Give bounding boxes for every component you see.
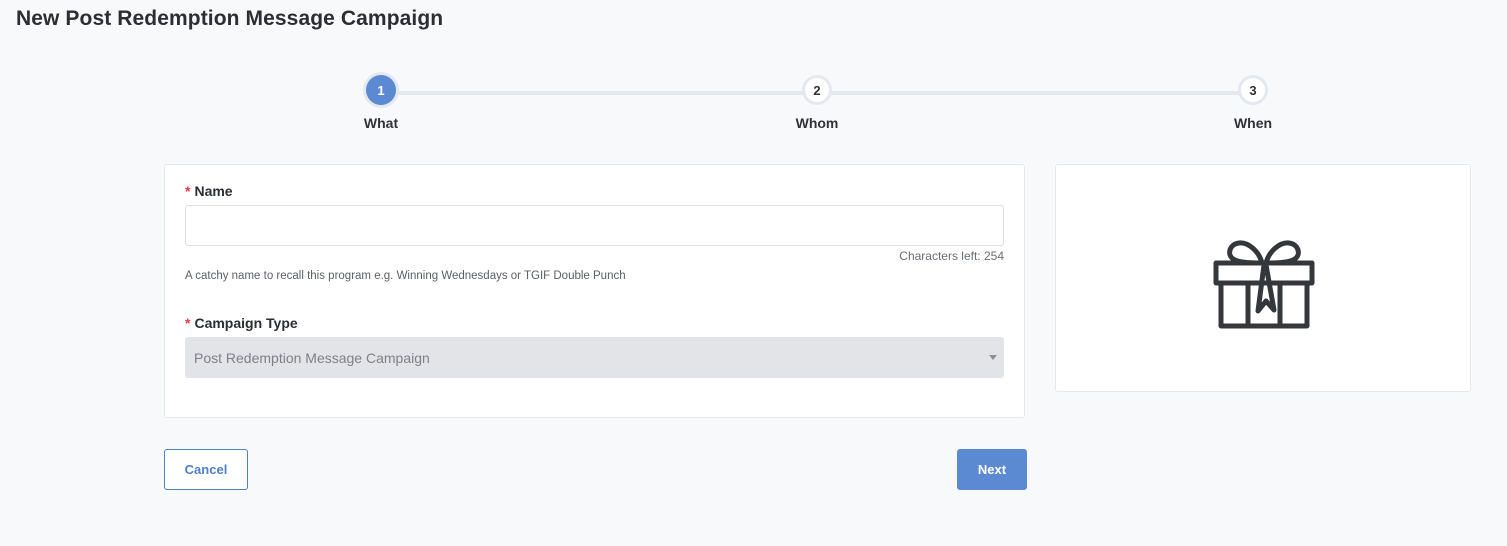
step-label: Whom (795, 115, 839, 131)
characters-left: Characters left: 254 (899, 249, 1004, 263)
name-help-text: A catchy name to recall this program e.g… (185, 270, 626, 282)
cancel-button[interactable]: Cancel (164, 449, 248, 490)
step-number: 2 (802, 75, 832, 105)
next-button[interactable]: Next (957, 449, 1027, 490)
step-label: When (1233, 115, 1273, 131)
step-label: What (363, 115, 399, 131)
name-label: * Name (185, 183, 233, 199)
campaign-type-label: * Campaign Type (185, 315, 298, 331)
gift-icon (1213, 240, 1315, 329)
page-title: New Post Redemption Message Campaign (16, 7, 444, 30)
campaign-type-value: Post Redemption Message Campaign (194, 349, 430, 366)
campaign-type-select[interactable]: Post Redemption Message Campaign (185, 337, 1004, 378)
name-input[interactable] (185, 205, 1004, 246)
required-marker: * (185, 183, 191, 199)
step-whom[interactable]: 2 Whom (777, 75, 857, 131)
step-what[interactable]: 1 What (341, 75, 421, 131)
campaign-preview (1055, 164, 1471, 392)
caret-down-icon (989, 355, 997, 360)
step-when[interactable]: 3 When (1213, 75, 1293, 131)
step-number: 1 (366, 75, 396, 105)
required-marker: * (185, 315, 191, 331)
name-label-text: Name (194, 183, 233, 199)
campaign-form: * Name Characters left: 254 A catchy name… (164, 164, 1025, 418)
campaign-type-label-text: Campaign Type (194, 315, 298, 331)
step-number: 3 (1238, 75, 1268, 105)
